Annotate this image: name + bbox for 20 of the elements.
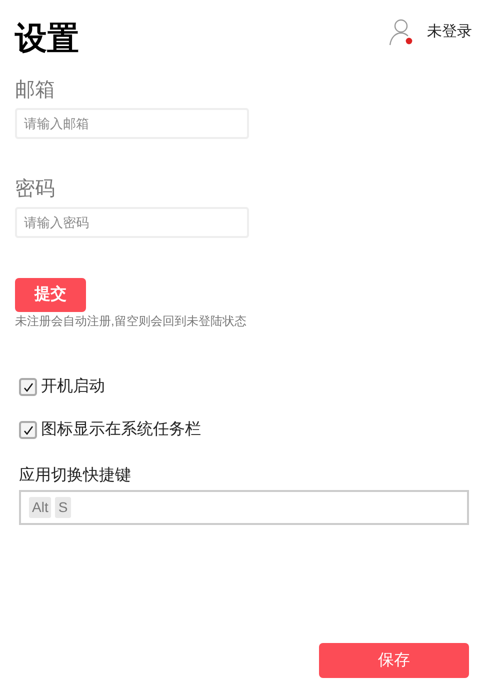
option-label: 开机启动 [41, 376, 105, 397]
checkbox[interactable] [19, 378, 37, 396]
save-button[interactable]: 保存 [319, 643, 469, 678]
field-label: 密码 [15, 177, 56, 201]
key-cap: S [55, 497, 71, 518]
hint-text: 未注册会自动注册,留空则会回到未登陆状态 [15, 313, 248, 329]
user-icon[interactable] [389, 18, 415, 46]
login-status: 未登录 [427, 22, 472, 42]
shortcut-label: 应用切换快捷键 [19, 466, 132, 486]
submit-button[interactable]: 提交 [15, 278, 86, 312]
check-icon [22, 424, 34, 436]
option-label: 图标显示在系统任务栏 [41, 420, 201, 440]
input-field[interactable]: 请输入密码 [15, 207, 249, 238]
input-field[interactable]: 请输入邮箱 [15, 108, 249, 139]
check-icon [22, 382, 34, 392]
checkbox[interactable] [19, 421, 37, 439]
field-label: 邮箱 [15, 78, 56, 102]
key-cap: Alt [29, 497, 52, 518]
shortcut-field[interactable]: Alt S [19, 490, 469, 525]
page-title: 设置 [15, 19, 79, 58]
